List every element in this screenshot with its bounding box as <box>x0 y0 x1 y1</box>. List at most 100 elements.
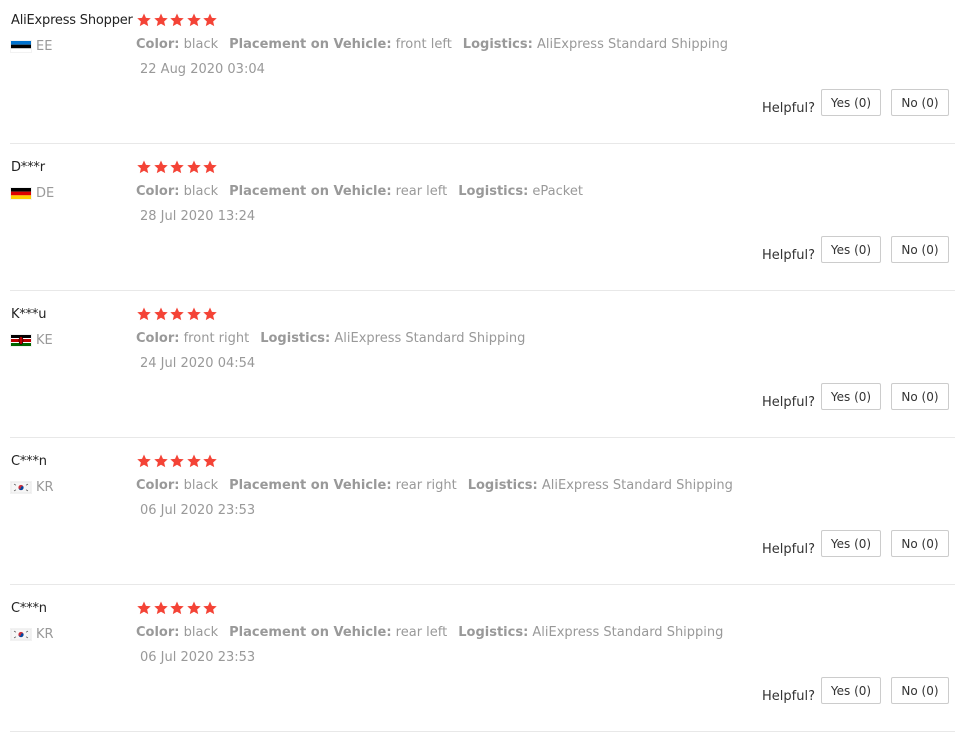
star-icon <box>186 600 202 616</box>
attribute-value: AliExpress Standard Shipping <box>532 625 724 640</box>
review-date: 28 Jul 2020 13:24 <box>140 209 256 224</box>
star-rating <box>136 453 219 469</box>
review-attributes: Color: black Placement on Vehicle: rear l… <box>136 625 734 640</box>
attribute-value: AliExpress Standard Shipping <box>334 331 526 346</box>
review-date: 24 Jul 2020 04:54 <box>140 356 256 371</box>
star-icon <box>186 159 202 175</box>
attribute-key: Color: <box>136 37 180 52</box>
review-divider <box>10 143 955 144</box>
country-code: KR <box>36 626 54 642</box>
attribute-value: black <box>183 625 219 640</box>
attribute-key: Placement on Vehicle: <box>229 37 392 52</box>
review-attribute: Logistics: AliExpress Standard Shipping <box>468 478 733 493</box>
helpful-no-button[interactable]: No (0) <box>891 530 949 557</box>
star-icon <box>153 12 169 28</box>
review-attributes: Color: black Placement on Vehicle: rear l… <box>136 184 594 199</box>
review-attribute: Logistics: ePacket <box>458 184 583 199</box>
attribute-key: Logistics: <box>458 184 529 199</box>
star-icon <box>202 453 218 469</box>
attribute-key: Logistics: <box>260 331 331 346</box>
review-attributes: Color: front right Logistics: AliExpress … <box>136 331 536 346</box>
attribute-value: rear left <box>395 625 448 640</box>
star-icon <box>136 12 152 28</box>
star-icon <box>153 453 169 469</box>
star-rating <box>136 600 219 616</box>
helpful-label: Helpful? <box>762 542 815 557</box>
reviewer-name: AliExpress Shopper <box>11 13 133 28</box>
helpful-no-button[interactable]: No (0) <box>891 236 949 263</box>
helpful-yes-button[interactable]: Yes (0) <box>821 383 881 410</box>
helpful-label: Helpful? <box>762 395 815 410</box>
helpful-label: Helpful? <box>762 248 815 263</box>
country-code: KR <box>36 479 54 495</box>
attribute-value: black <box>183 37 219 52</box>
attribute-value: AliExpress Standard Shipping <box>536 37 728 52</box>
flag-kr-icon <box>11 481 31 493</box>
helpful-yes-button[interactable]: Yes (0) <box>821 236 881 263</box>
attribute-key: Logistics: <box>462 37 533 52</box>
helpful-yes-button[interactable]: Yes (0) <box>821 677 881 704</box>
star-icon <box>186 453 202 469</box>
star-icon <box>153 600 169 616</box>
attribute-key: Placement on Vehicle: <box>229 625 392 640</box>
attribute-value: black <box>183 478 219 493</box>
review-attribute: Logistics: AliExpress Standard Shipping <box>458 625 723 640</box>
attribute-key: Logistics: <box>467 478 538 493</box>
star-rating <box>136 159 219 175</box>
review-date: 06 Jul 2020 23:53 <box>140 650 256 665</box>
attribute-value: rear left <box>395 184 448 199</box>
star-icon <box>153 306 169 322</box>
attribute-key: Placement on Vehicle: <box>229 184 392 199</box>
attribute-key: Logistics: <box>458 625 529 640</box>
attribute-value: AliExpress Standard Shipping <box>541 478 733 493</box>
flag-ke-icon <box>11 334 31 346</box>
review-attribute: Color: black <box>136 478 218 493</box>
star-icon <box>202 159 218 175</box>
review-attribute: Placement on Vehicle: front left <box>229 37 452 52</box>
helpful-label: Helpful? <box>762 101 815 116</box>
flag-kr-icon <box>11 628 31 640</box>
attribute-value: black <box>183 184 219 199</box>
star-icon <box>136 306 152 322</box>
helpful-label: Helpful? <box>762 689 815 704</box>
star-icon <box>136 453 152 469</box>
star-icon <box>136 600 152 616</box>
review-attribute: Placement on Vehicle: rear left <box>229 184 447 199</box>
star-icon <box>169 306 185 322</box>
helpful-no-button[interactable]: No (0) <box>891 677 949 704</box>
star-icon <box>186 306 202 322</box>
star-icon <box>169 12 185 28</box>
attribute-value: front left <box>395 37 452 52</box>
review-item: C***n KR Color: black Placement on Vehicl… <box>0 441 958 588</box>
helpful-no-button[interactable]: No (0) <box>891 89 949 116</box>
helpful-no-button[interactable]: No (0) <box>891 383 949 410</box>
country-code: KE <box>36 332 53 348</box>
review-item: K***u KE Color: front right Logistics: Al… <box>0 294 958 441</box>
helpful-yes-button[interactable]: Yes (0) <box>821 89 881 116</box>
review-date: 22 Aug 2020 03:04 <box>140 62 265 77</box>
star-icon <box>136 159 152 175</box>
reviewer-country: KE <box>11 332 53 348</box>
review-divider <box>10 731 955 732</box>
review-date: 06 Jul 2020 23:53 <box>140 503 256 518</box>
review-item: C***n KR Color: black Placement on Vehicl… <box>0 588 958 735</box>
helpful-yes-button[interactable]: Yes (0) <box>821 530 881 557</box>
review-item: D***r DE Color: black Placement on Vehicl… <box>0 147 958 294</box>
attribute-key: Color: <box>136 478 180 493</box>
star-rating <box>136 306 219 322</box>
star-icon <box>169 600 185 616</box>
star-icon <box>169 453 185 469</box>
attribute-value: front right <box>183 331 250 346</box>
review-item: AliExpress Shopper EE Color: black Placem… <box>0 0 958 147</box>
review-attribute: Placement on Vehicle: rear right <box>229 478 457 493</box>
reviewer-name: K***u <box>11 307 47 322</box>
reviewer-name: C***n <box>11 454 47 469</box>
attribute-key: Color: <box>136 184 180 199</box>
star-icon <box>202 12 218 28</box>
review-divider <box>10 437 955 438</box>
attribute-value: ePacket <box>532 184 583 199</box>
review-attribute: Color: black <box>136 37 218 52</box>
reviewer-name: D***r <box>11 160 45 175</box>
reviewer-country: DE <box>11 185 54 201</box>
review-divider <box>10 290 955 291</box>
